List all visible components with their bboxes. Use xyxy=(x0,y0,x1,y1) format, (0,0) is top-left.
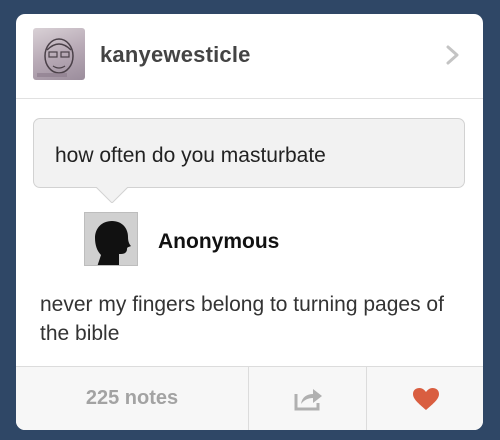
notes-button[interactable]: 225 notes xyxy=(16,367,248,430)
question-text: how often do you masturbate xyxy=(55,144,326,167)
post-header[interactable]: kanyewesticle xyxy=(16,14,483,99)
share-button[interactable] xyxy=(249,367,366,430)
answer-text: never my fingers belong to turning pages… xyxy=(40,293,444,345)
post-card: kanyewesticle how often do you masturbat… xyxy=(16,14,483,430)
question-bubble: how often do you masturbate xyxy=(33,118,465,188)
chevron-right-icon[interactable] xyxy=(444,44,462,66)
anonymous-avatar xyxy=(84,212,138,266)
heart-icon xyxy=(413,388,439,410)
share-icon xyxy=(294,389,322,411)
blog-username[interactable]: kanyewesticle xyxy=(100,42,251,68)
like-button[interactable] xyxy=(367,367,483,430)
blog-avatar[interactable] xyxy=(33,28,85,80)
anonymous-silhouette-icon xyxy=(95,221,131,265)
post-footer: 225 notes xyxy=(16,366,483,430)
bubble-pointer xyxy=(96,187,128,203)
asker-name: Anonymous xyxy=(158,230,280,253)
avatar-sketch-icon xyxy=(37,38,74,77)
